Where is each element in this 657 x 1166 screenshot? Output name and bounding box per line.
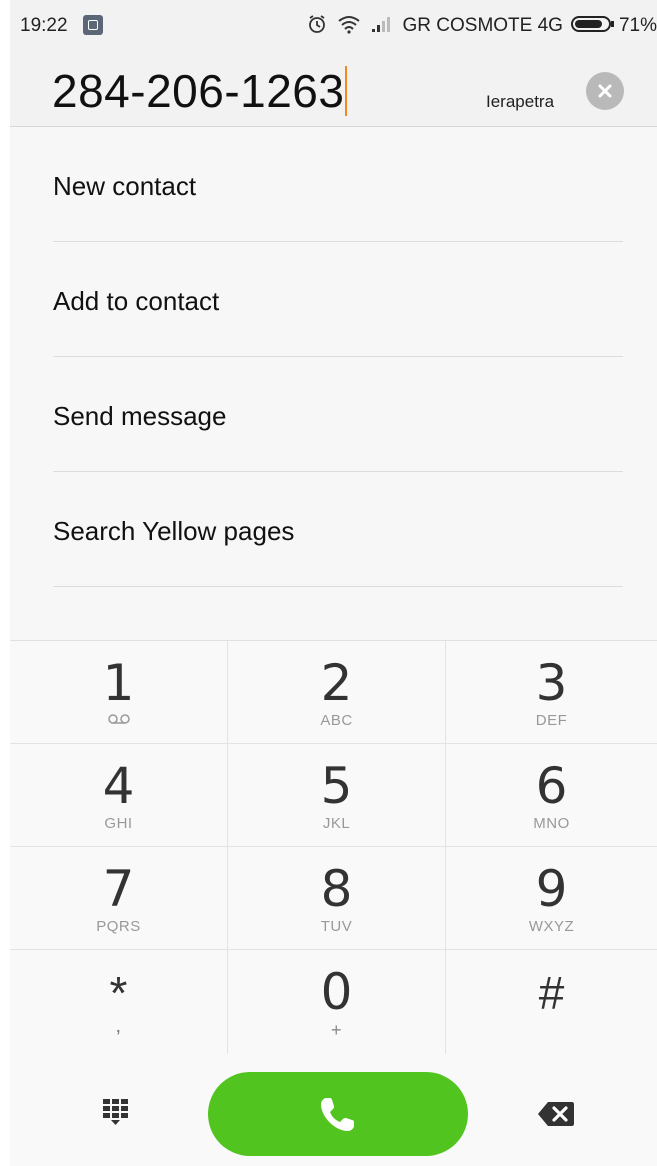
- status-icons: GR COSMOTE 4G 71%: [307, 13, 657, 39]
- wifi-icon: [337, 14, 361, 39]
- dial-actions: [10, 1054, 657, 1166]
- key-digit: 3: [535, 654, 568, 712]
- keypad-grid-icon: [103, 1099, 128, 1125]
- toggle-keypad-button[interactable]: [100, 1096, 136, 1132]
- dialer-screen: 19:22 GR COSMOTE 4G 71% 284-206-1263 Ier…: [10, 0, 657, 1166]
- key-digit: 7: [102, 860, 135, 918]
- key-letters: DEF: [535, 712, 568, 729]
- key-letters: MNO: [533, 815, 570, 832]
- key-letters: ,: [115, 1015, 122, 1037]
- option-label: Search Yellow pages: [53, 516, 295, 546]
- key-letters: GHI: [104, 815, 133, 832]
- new-contact-option[interactable]: New contact: [10, 127, 657, 242]
- status-time: 19:22: [20, 15, 68, 36]
- key-1[interactable]: 1: [10, 641, 228, 744]
- key-digit: 1: [102, 654, 135, 712]
- battery-percentage: 71%: [618, 15, 657, 36]
- key-letters: WXYZ: [528, 918, 575, 935]
- key-digit: 8: [320, 860, 353, 918]
- key-star[interactable]: * ,: [10, 950, 228, 1055]
- send-message-option[interactable]: Send message: [10, 357, 657, 472]
- backspace-button[interactable]: [536, 1098, 576, 1130]
- divider: [53, 586, 623, 587]
- battery-icon: [570, 14, 615, 39]
- key-3[interactable]: 3 DEF: [446, 641, 657, 744]
- dial-field[interactable]: 284-206-1263 Ierapetra: [10, 52, 657, 127]
- add-to-contact-option[interactable]: Add to contact: [10, 242, 657, 357]
- key-hash[interactable]: #: [446, 950, 657, 1055]
- key-5[interactable]: 5 JKL: [228, 744, 446, 847]
- option-label: Send message: [53, 401, 227, 431]
- dial-options-list: New contact Add to contact Send message …: [10, 127, 657, 587]
- key-digit: 6: [535, 757, 568, 815]
- call-button[interactable]: [208, 1072, 468, 1156]
- key-7[interactable]: 7 PQRS: [10, 847, 228, 950]
- key-digit: 0: [320, 963, 353, 1021]
- key-digit: 9: [535, 860, 568, 918]
- clear-number-button[interactable]: [586, 72, 624, 110]
- phone-icon: [321, 1098, 354, 1131]
- key-8[interactable]: 8 TUV: [228, 847, 446, 950]
- option-label: New contact: [53, 171, 197, 201]
- key-digit: *: [109, 967, 128, 1019]
- search-yellow-pages-option[interactable]: Search Yellow pages: [10, 472, 657, 587]
- alarm-icon: [307, 14, 327, 39]
- key-digit: 5: [320, 757, 353, 815]
- app-notification-icon: [83, 15, 103, 35]
- key-4[interactable]: 4 GHI: [10, 744, 228, 847]
- close-icon: [598, 84, 612, 98]
- key-digit: #: [538, 967, 565, 1019]
- status-bar: 19:22 GR COSMOTE 4G 71%: [10, 0, 657, 52]
- key-0[interactable]: 0 +: [228, 950, 446, 1055]
- voicemail-icon: [107, 713, 131, 729]
- dialed-number-display[interactable]: 284-206-1263: [52, 64, 348, 118]
- carrier-label: GR COSMOTE 4G: [402, 15, 563, 36]
- key-digit: 2: [320, 654, 353, 712]
- key-9[interactable]: 9 WXYZ: [446, 847, 657, 950]
- key-2[interactable]: 2 ABC: [228, 641, 446, 744]
- key-letters: JKL: [322, 815, 351, 832]
- key-digit: 4: [102, 757, 135, 815]
- text-cursor: [345, 66, 348, 116]
- dialed-number: 284-206-1263: [52, 65, 345, 117]
- backspace-icon: [538, 1102, 574, 1126]
- signal-icon: [371, 15, 393, 38]
- key-letters: TUV: [320, 918, 353, 935]
- dial-keypad: 1 2 ABC 3 DEF 4 GHI 5 JKL 6 MNO 7 PQRS 8…: [10, 640, 657, 1055]
- key-letters: PQRS: [96, 918, 141, 935]
- option-label: Add to contact: [53, 286, 220, 316]
- key-6[interactable]: 6 MNO: [446, 744, 657, 847]
- key-letters: ABC: [320, 712, 353, 729]
- key-letters: +: [330, 1020, 342, 1040]
- number-location: Ierapetra: [486, 92, 555, 111]
